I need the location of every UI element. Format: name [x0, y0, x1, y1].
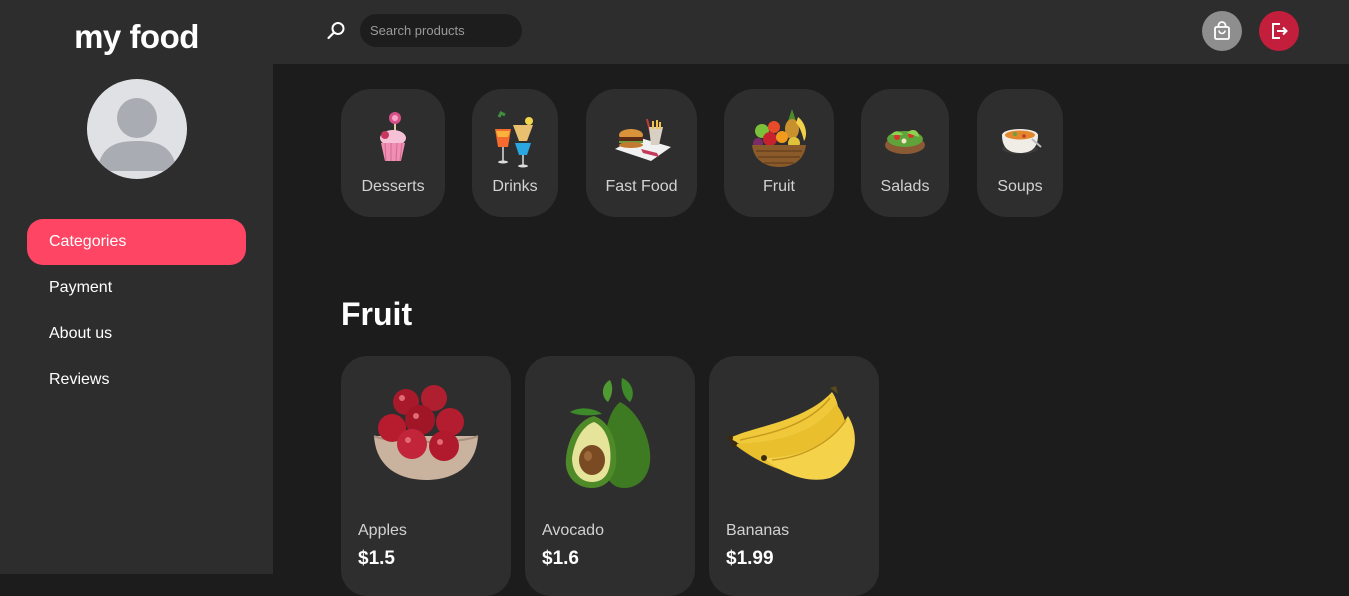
user-silhouette-icon — [97, 98, 177, 171]
shopping-bag-icon — [1214, 21, 1230, 40]
category-label: Soups — [997, 178, 1043, 195]
section-title: Fruit — [341, 296, 413, 332]
product-card-apples[interactable]: Apples $1.5 — [341, 356, 511, 596]
product-card-avocado[interactable]: Avocado $1.6 — [525, 356, 695, 596]
sidebar-item-payment[interactable]: Payment — [27, 265, 246, 311]
category-card-fast-food[interactable]: Fast Food — [586, 89, 697, 217]
category-card-fruit[interactable]: Fruit — [724, 89, 834, 217]
bananas-image — [727, 386, 855, 480]
salad-bowl-icon — [885, 130, 925, 154]
avatar[interactable] — [87, 79, 187, 179]
sidebar-item-categories[interactable]: Categories — [27, 219, 246, 265]
burger-fries-icon — [614, 118, 671, 161]
product-price: $1.6 — [542, 548, 579, 569]
avocado-image — [565, 378, 651, 488]
search-input[interactable] — [360, 14, 522, 47]
category-label: Fruit — [763, 178, 795, 195]
apples-image — [373, 385, 479, 480]
product-name: Apples — [358, 522, 407, 539]
category-label: Drinks — [492, 178, 538, 195]
sidebar: my food Categories Payment About us Revi… — [0, 0, 273, 574]
category-label: Desserts — [361, 178, 425, 195]
cart-button[interactable] — [1202, 11, 1242, 51]
logout-icon — [1272, 23, 1288, 39]
category-card-soups[interactable]: Soups — [977, 89, 1063, 217]
product-price: $1.5 — [358, 548, 395, 569]
product-name: Bananas — [726, 522, 790, 539]
top-bar — [273, 0, 1349, 64]
category-card-salads[interactable]: Salads — [861, 89, 949, 217]
soup-bowl-icon — [1002, 129, 1042, 154]
sidebar-item-reviews[interactable]: Reviews — [27, 357, 246, 403]
search-icon[interactable] — [325, 20, 347, 42]
cupcake-icon — [380, 112, 406, 162]
app-logo[interactable]: my food — [0, 18, 273, 56]
cocktail-icon — [495, 110, 533, 168]
sidebar-item-about-us[interactable]: About us — [27, 311, 246, 357]
category-label: Fast Food — [605, 178, 678, 195]
sidebar-nav: Categories Payment About us Reviews — [27, 219, 246, 403]
category-card-drinks[interactable]: Drinks — [472, 89, 558, 217]
category-card-desserts[interactable]: Desserts — [341, 89, 445, 217]
fruit-basket-icon — [752, 109, 806, 167]
product-price: $1.99 — [726, 548, 774, 569]
product-name: Avocado — [542, 522, 604, 539]
logout-button[interactable] — [1259, 11, 1299, 51]
product-card-bananas[interactable]: Bananas $1.99 — [709, 356, 879, 596]
category-label: Salads — [880, 178, 930, 195]
